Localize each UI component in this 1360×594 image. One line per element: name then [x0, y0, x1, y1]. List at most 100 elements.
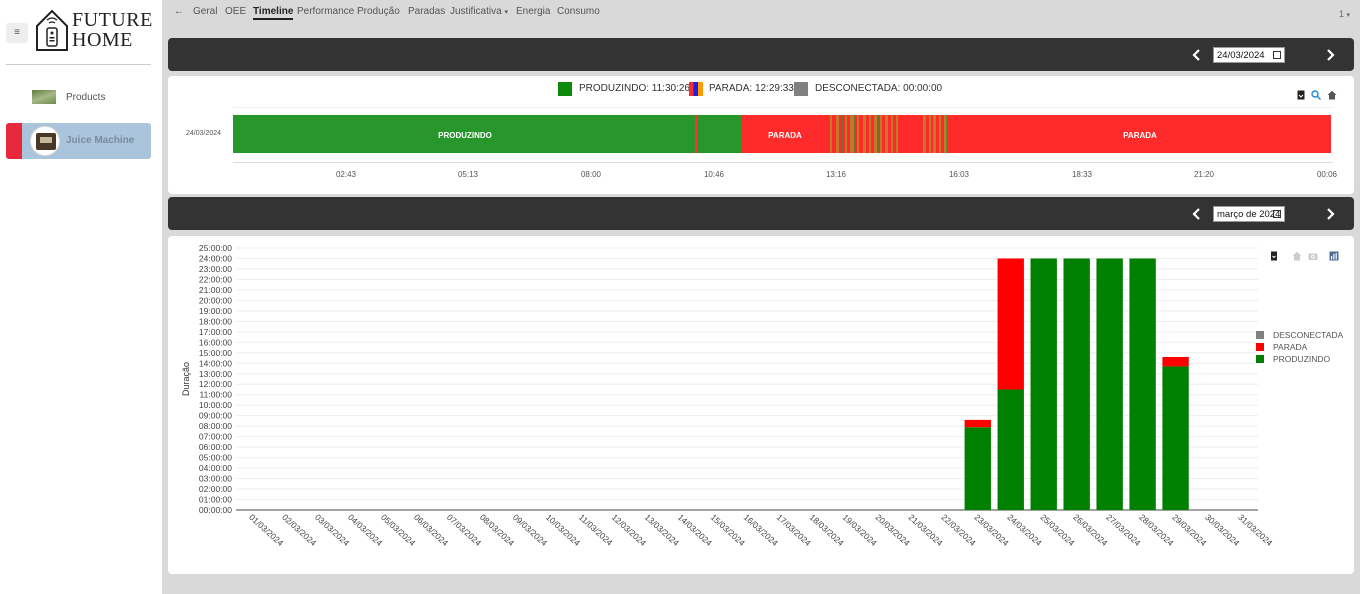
y-tick-label: 15:00:00 [199, 348, 232, 358]
sidebar: ≡ FUTURE HOME Products Juice Machine [0, 0, 162, 594]
y-tick-label: 01:00:00 [199, 495, 232, 505]
y-tick-label: 21:00:00 [199, 285, 232, 295]
bar-chart-icon[interactable] [1329, 251, 1339, 261]
sidebar-item-label: Juice Machine [66, 135, 135, 146]
x-tick-label: 28/03/2024 [1137, 512, 1176, 548]
chevron-right-icon[interactable] [1322, 47, 1338, 63]
user-number: 1 [1338, 9, 1344, 19]
tab-geral[interactable]: Geral [193, 6, 217, 17]
month-input[interactable]: março de 2024 [1213, 206, 1285, 222]
x-tick-label: 18/03/2024 [808, 512, 847, 548]
sidebar-divider [6, 64, 151, 65]
zoom-icon[interactable] [1311, 90, 1321, 100]
tab-justificativa[interactable]: Justificativa ▾ [450, 6, 508, 17]
sidebar-item-products[interactable]: Products [6, 80, 151, 116]
sidebar-item-label: Products [66, 92, 106, 103]
x-tick-label: 21/03/2024 [907, 512, 946, 548]
legend-produzindo: PRODUZINDO: 11:30:26 [579, 83, 690, 94]
legend-swatch-desconectada [794, 82, 808, 96]
x-tick-label: 14/03/2024 [676, 512, 715, 548]
tab-timeline[interactable]: Timeline [253, 6, 294, 20]
tab-oee[interactable]: OEE [225, 6, 246, 17]
y-tick-label: 13:00:00 [199, 369, 232, 379]
y-tick-label: 12:00:00 [199, 379, 232, 389]
month-value: março de 2024 [1217, 209, 1281, 220]
x-tick-label: 05/03/2024 [379, 512, 418, 548]
duration-chart[interactable]: 00:00:0001:00:0002:00:0003:00:0004:00:00… [168, 236, 1354, 574]
bar-parada [997, 258, 1024, 390]
y-tick-label: 11:00:00 [200, 390, 233, 400]
x-tick-label: 15/03/2024 [709, 512, 748, 548]
bar-produzindo [1030, 258, 1057, 510]
legend-parada: PARADA: 12:29:33 [709, 83, 794, 94]
x-tick-label: 09/03/2024 [511, 512, 550, 548]
x-tick-label: 31/03/2024 [1236, 512, 1275, 548]
tab-producao[interactable]: Produção [357, 6, 400, 17]
timeline-tick-label: 02:43 [335, 170, 357, 179]
timeline-tick-label: 00:06 [1316, 170, 1338, 179]
bar-produzindo [997, 389, 1024, 510]
user-menu[interactable]: 1 ▾ [1339, 9, 1350, 19]
y-tick-label: 09:00:00 [199, 411, 232, 421]
x-tick-label: 07/03/2024 [445, 512, 484, 548]
home-icon[interactable] [1292, 251, 1302, 261]
active-marker [6, 123, 22, 159]
timeline-row-label: 24/03/2024 [186, 130, 222, 137]
camera-icon[interactable] [1308, 251, 1318, 261]
y-tick-label: 20:00:00 [199, 295, 232, 305]
legend-label: PRODUZINDO [1273, 354, 1331, 364]
tab-performance[interactable]: Performance [297, 6, 354, 17]
y-tick-label: 03:00:00 [199, 474, 232, 484]
legend-swatch-parada [689, 82, 703, 96]
date-value: 24/03/2024 [1217, 50, 1265, 61]
chevron-down-icon: ▾ [504, 9, 508, 16]
logo-text-home: HOME [72, 29, 133, 51]
calendar-icon [1273, 51, 1281, 59]
timeline-axis-line [233, 162, 1333, 163]
arrow-left-icon[interactable]: ← [174, 6, 184, 17]
legend-swatch-produzindo [558, 82, 572, 96]
tab-energia[interactable]: Energia [516, 6, 550, 17]
x-tick-label: 27/03/2024 [1104, 512, 1143, 548]
legend-desconectada: DESCONECTADA: 00:00:00 [815, 83, 943, 94]
y-tick-label: 14:00:00 [199, 358, 232, 368]
x-tick-label: 04/03/2024 [346, 512, 385, 548]
y-tick-label: 25:00:00 [199, 243, 232, 253]
tab-paradas[interactable]: Paradas [408, 6, 445, 17]
x-tick-label: 23/03/2024 [972, 512, 1011, 548]
chevron-right-icon[interactable] [1322, 206, 1338, 222]
y-tick-label: 07:00:00 [199, 432, 232, 442]
export-icon[interactable] [1269, 251, 1279, 261]
legend-label: DESCONECTADA [1273, 330, 1344, 340]
export-icon[interactable] [1296, 90, 1306, 100]
segment-label-produzindo: PRODUZINDO [438, 131, 492, 140]
legend-label: PARADA [1273, 342, 1308, 352]
bar-produzindo [1162, 366, 1189, 510]
x-tick-label: 29/03/2024 [1170, 512, 1209, 548]
timeline-bar[interactable]: PRODUZINDO PARADA PARADA [233, 114, 1333, 160]
legend-swatch [1256, 343, 1264, 351]
segment-label-parada-1: PARADA [768, 131, 802, 140]
chevron-left-icon[interactable] [1189, 47, 1205, 63]
date-input[interactable]: 24/03/2024 [1213, 47, 1285, 63]
timeline-panel: PRODUZINDO: 11:30:26 PARADA: 12:29:33 DE… [168, 76, 1354, 194]
home-icon[interactable] [1327, 90, 1337, 100]
chevron-down-icon: ▾ [1346, 12, 1350, 19]
hamburger-icon[interactable]: ≡ [6, 23, 28, 43]
products-thumbnail [32, 90, 56, 104]
x-tick-label: 25/03/2024 [1038, 512, 1077, 548]
y-tick-label: 24:00:00 [199, 253, 232, 263]
y-tick-label: 10:00:00 [199, 400, 232, 410]
x-tick-label: 22/03/2024 [939, 512, 978, 548]
y-tick-label: 22:00:00 [199, 274, 232, 284]
y-tick-label: 00:00:00 [199, 505, 232, 515]
logo: FUTURE HOME [34, 6, 152, 56]
tab-consumo[interactable]: Consumo [557, 6, 600, 17]
bar-produzindo [1063, 258, 1090, 510]
tab-label: Justificativa [450, 6, 502, 17]
chevron-left-icon[interactable] [1189, 206, 1205, 222]
sidebar-item-juice-machine[interactable]: Juice Machine [6, 123, 151, 159]
bar-produzindo [964, 427, 991, 510]
timeline-tick-label: 16:03 [948, 170, 970, 179]
x-tick-label: 13/03/2024 [643, 512, 682, 548]
